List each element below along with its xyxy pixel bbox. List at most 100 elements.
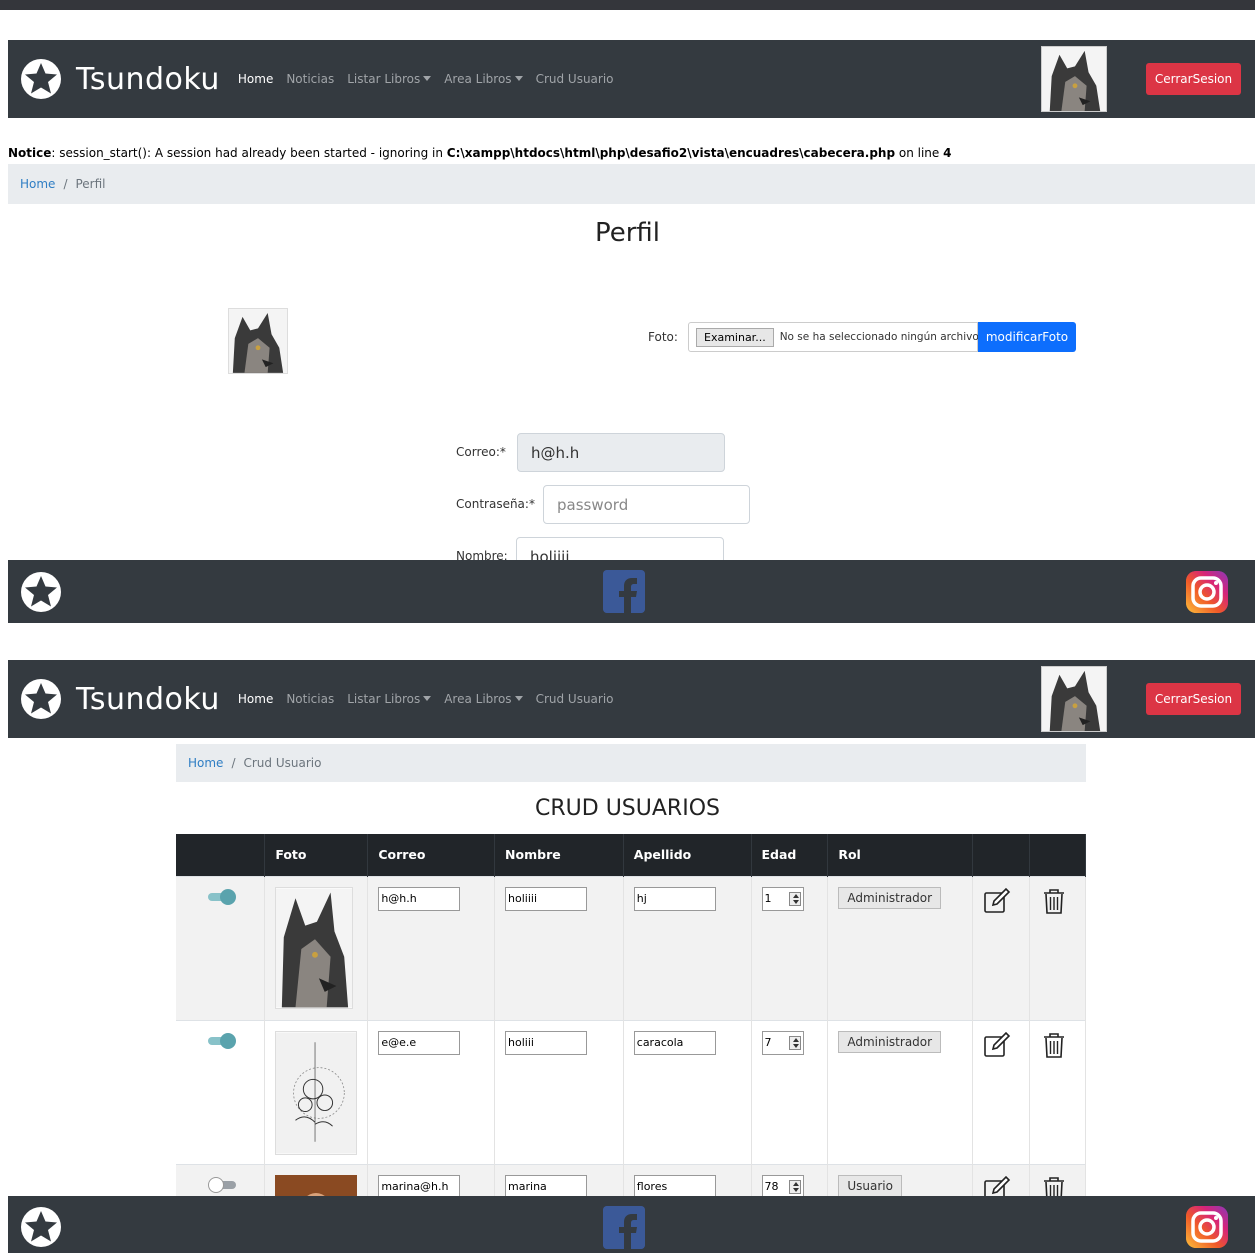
breadcrumb-separator: / xyxy=(231,756,236,770)
cell-delete xyxy=(1029,1019,1086,1164)
nombre-input[interactable]: holiiii xyxy=(505,886,588,911)
nav-links: Home Noticias Listar Libros Area Libros … xyxy=(238,692,614,706)
instagram-icon[interactable] xyxy=(1186,571,1228,613)
breadcrumb-home-link[interactable]: Home xyxy=(188,756,223,770)
nav-link-label: Area Libros xyxy=(444,692,512,706)
page-title: CRUD USUARIOS xyxy=(535,796,720,821)
cell-active xyxy=(176,875,266,1020)
star-circle-icon[interactable] xyxy=(20,571,62,613)
footer xyxy=(8,560,1255,623)
trash-icon[interactable] xyxy=(1040,887,1068,915)
spinner-icon[interactable] xyxy=(788,1179,801,1194)
rol-button[interactable]: Usuario xyxy=(838,1174,902,1197)
cell-delete xyxy=(1029,875,1086,1020)
active-toggle[interactable] xyxy=(208,1032,238,1049)
apellido-input[interactable]: hj xyxy=(633,886,716,911)
edad-input[interactable]: 7 xyxy=(761,1030,804,1055)
edad-value: 1 xyxy=(764,891,772,905)
edad-input[interactable]: 1 xyxy=(761,886,804,911)
nav-link-label: Listar Libros xyxy=(347,692,421,706)
edad-input[interactable]: 78 xyxy=(761,1174,804,1199)
breadcrumb-current: Crud Usuario xyxy=(243,756,322,770)
nav-link-home[interactable]: Home xyxy=(238,692,273,706)
file-status-text: No se ha seleccionado ningún archivo. xyxy=(779,331,982,343)
star-circle-icon[interactable] xyxy=(20,1206,62,1248)
star-circle-icon[interactable] xyxy=(20,58,62,100)
modify-photo-button[interactable]: modificarFoto xyxy=(978,322,1076,352)
correo-input[interactable]: marina@h.h xyxy=(378,1174,461,1199)
correo-input[interactable]: e@e.e xyxy=(378,1030,461,1055)
user-avatar[interactable] xyxy=(1041,46,1107,112)
profile-photo xyxy=(228,308,288,374)
table-header-row: Foto Correo Nombre Apellido Edad Rol xyxy=(176,834,1086,876)
caret-down-icon xyxy=(514,76,523,81)
nav-dropdown-area-libros[interactable]: Area Libros xyxy=(444,72,523,86)
flower-drawing xyxy=(275,1030,358,1155)
column-header-nombre: Nombre xyxy=(494,834,624,876)
star-circle-icon[interactable] xyxy=(20,678,62,720)
breadcrumb-separator: / xyxy=(63,177,68,191)
column-header-foto: Foto xyxy=(264,834,369,876)
nombre-input[interactable]: holiii xyxy=(505,1030,588,1055)
navbar: Tsundoku Home Noticias Listar Libros Are… xyxy=(8,660,1255,738)
nav-dropdown-listar-libros[interactable]: Listar Libros xyxy=(347,692,432,706)
nav-link-label: Listar Libros xyxy=(347,72,421,86)
column-header-apellido: Apellido xyxy=(623,834,752,876)
nav-link-crud-usuario[interactable]: Crud Usuario xyxy=(536,72,614,86)
photo-file-input[interactable]: Examinar... No se ha seleccionado ningún… xyxy=(688,322,982,352)
facebook-icon[interactable] xyxy=(603,570,645,613)
spinner-icon[interactable] xyxy=(788,891,801,906)
nav-dropdown-area-libros[interactable]: Area Libros xyxy=(444,692,523,706)
page-title: Perfil xyxy=(594,218,661,248)
toggle-knob xyxy=(208,1176,224,1193)
user-avatar[interactable] xyxy=(1041,666,1107,732)
edit-icon[interactable] xyxy=(983,887,1011,915)
trash-icon[interactable] xyxy=(1040,1031,1068,1059)
column-header-correo: Correo xyxy=(367,834,496,876)
password-field[interactable]: password xyxy=(543,485,750,524)
password-label: Contraseña:* xyxy=(456,497,535,511)
navbar: Tsundoku Home Noticias Listar Libros Are… xyxy=(8,40,1255,118)
cell-active xyxy=(176,1019,266,1164)
nombre-input[interactable]: marina xyxy=(505,1174,588,1199)
apellido-input[interactable]: flores xyxy=(633,1174,716,1199)
apellido-input[interactable]: caracola xyxy=(633,1030,716,1055)
nav-link-crud-usuario[interactable]: Crud Usuario xyxy=(536,692,614,706)
brand-name[interactable]: Tsundoku xyxy=(76,682,220,717)
correo-input[interactable]: h@h.h xyxy=(378,886,461,911)
breadcrumb: Home / Perfil xyxy=(8,164,1255,204)
notice-line-text: on line xyxy=(895,146,944,160)
cell-edit xyxy=(972,1019,1031,1164)
users-table: Foto Correo Nombre Apellido Edad Rol h@h… xyxy=(176,834,1086,1229)
browse-button[interactable]: Examinar... xyxy=(696,327,774,347)
table-row: h@h.h holiiii hj 1 Administrador xyxy=(176,875,1086,1020)
toggle-knob xyxy=(220,888,236,905)
active-toggle[interactable] xyxy=(208,888,238,905)
logout-button[interactable]: CerrarSesion xyxy=(1146,63,1241,95)
cell-apellido: hj xyxy=(623,875,752,1020)
nav-link-label: Area Libros xyxy=(444,72,512,86)
nav-dropdown-listar-libros[interactable]: Listar Libros xyxy=(347,72,432,86)
nav-link-noticias[interactable]: Noticias xyxy=(286,692,334,706)
breadcrumb-current: Perfil xyxy=(75,177,106,191)
column-header-rol: Rol xyxy=(827,834,974,876)
cell-edit xyxy=(972,875,1031,1020)
edad-value: 7 xyxy=(764,1035,772,1049)
breadcrumb-home-link[interactable]: Home xyxy=(20,177,55,191)
rol-button[interactable]: Administrador xyxy=(838,1030,942,1053)
inactive-toggle[interactable] xyxy=(208,1176,238,1193)
brand-name[interactable]: Tsundoku xyxy=(76,62,220,97)
cell-foto xyxy=(264,875,369,1020)
nav-link-home[interactable]: Home xyxy=(238,72,273,86)
rol-button[interactable]: Administrador xyxy=(838,886,942,909)
wolf-photo xyxy=(275,886,354,1009)
table-row: e@e.e holiii caracola 7 Administrador xyxy=(176,1019,1086,1164)
facebook-icon[interactable] xyxy=(603,1206,645,1249)
logout-button[interactable]: CerrarSesion xyxy=(1146,683,1241,715)
column-header-edit xyxy=(972,834,1031,876)
nav-link-noticias[interactable]: Noticias xyxy=(286,72,334,86)
spinner-icon[interactable] xyxy=(788,1035,801,1050)
edit-icon[interactable] xyxy=(983,1031,1011,1059)
correo-field[interactable]: h@h.h xyxy=(517,433,725,472)
instagram-icon[interactable] xyxy=(1186,1206,1228,1248)
